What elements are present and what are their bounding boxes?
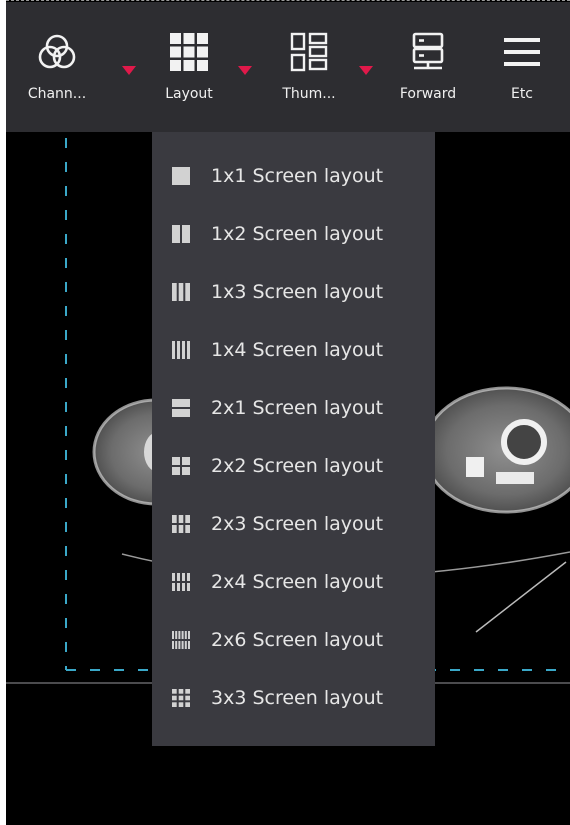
layout-dropdown-caret-icon[interactable] [238,66,252,75]
layout-1x2-icon [172,225,190,243]
viewer-app: Chann... Layout Thum... Forward Etc 1x1 … [6,0,570,825]
menu-item-label: 1x2 Screen layout [211,223,384,245]
channel-dropdown-caret-icon[interactable] [122,66,136,75]
toolbar-etc-label: Etc [510,86,534,102]
menu-item-layout-3x3[interactable]: 3x3 Screen layout [152,669,435,727]
grid-layout-icon [167,30,211,74]
thumbnail-icon [287,30,331,74]
layout-2x6-icon [172,631,190,649]
toolbar-channel-label: Chann... [27,86,87,102]
toolbar-thumbnail-label: Thum... [282,86,336,102]
menu-item-label: 3x3 Screen layout [211,687,384,709]
menu-item-label: 2x6 Screen layout [211,629,384,651]
menu-item-layout-1x2[interactable]: 1x2 Screen layout [152,205,435,263]
toolbar: Chann... Layout Thum... Forward Etc [6,2,570,132]
toolbar-layout-label: Layout [165,86,213,102]
menu-item-layout-1x4[interactable]: 1x4 Screen layout [152,321,435,379]
menu-item-layout-2x6[interactable]: 2x6 Screen layout [152,611,435,669]
menu-item-layout-2x2[interactable]: 2x2 Screen layout [152,437,435,495]
menu-item-layout-1x3[interactable]: 1x3 Screen layout [152,263,435,321]
menu-item-label: 1x4 Screen layout [211,339,384,361]
menu-item-layout-1x1[interactable]: 1x1 Screen layout [152,147,435,205]
toolbar-etc-button[interactable]: Etc [487,2,557,132]
menu-item-label: 1x3 Screen layout [211,281,384,303]
menu-item-label: 1x1 Screen layout [211,165,384,187]
layout-2x4-icon [172,573,190,591]
layout-2x2-icon [172,457,190,475]
toolbar-forward-label: Forward [399,86,457,102]
toolbar-channel-button[interactable]: Chann... [14,2,100,132]
toolbar-thumbnail-button[interactable]: Thum... [265,2,353,132]
layout-2x1-icon [172,399,190,417]
menu-item-layout-2x4[interactable]: 2x4 Screen layout [152,553,435,611]
menu-hamburger-icon [500,30,544,74]
menu-item-layout-2x3[interactable]: 2x3 Screen layout [152,495,435,553]
thumbnail-dropdown-caret-icon[interactable] [359,66,373,75]
layout-1x4-icon [172,341,190,359]
layout-dropdown-menu: 1x1 Screen layout 1x2 Screen layout 1x3 … [152,132,435,746]
forward-server-icon [406,30,450,74]
toolbar-layout-button[interactable]: Layout [149,2,229,132]
menu-item-label: 2x3 Screen layout [211,513,384,535]
toolbar-forward-button[interactable]: Forward [383,2,473,132]
menu-item-label: 2x1 Screen layout [211,397,384,419]
layout-3x3-icon [172,689,190,707]
layout-1x3-icon [172,283,190,301]
menu-item-label: 2x2 Screen layout [211,455,384,477]
layout-2x3-icon [172,515,190,533]
menu-item-label: 2x4 Screen layout [211,571,384,593]
menu-item-layout-2x1[interactable]: 2x1 Screen layout [152,379,435,437]
layout-1x1-icon [172,167,190,185]
channel-icon [35,30,79,74]
